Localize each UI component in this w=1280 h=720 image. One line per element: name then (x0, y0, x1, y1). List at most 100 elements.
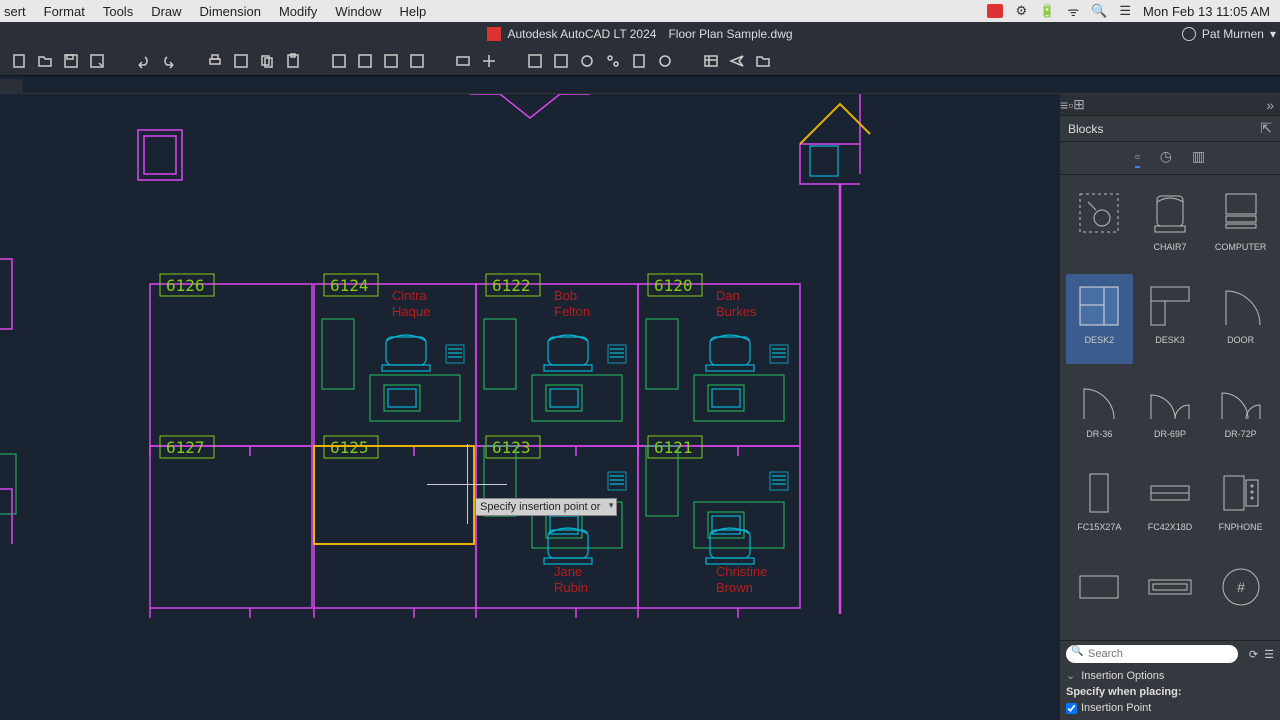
block-item-dr-36[interactable]: DR-36 (1066, 368, 1133, 457)
copy-icon[interactable] (256, 50, 278, 72)
tool-f-icon[interactable] (654, 50, 676, 72)
block-label: COMPUTER (1215, 243, 1267, 253)
block-thumb-icon (1213, 465, 1269, 521)
tool-c-icon[interactable] (576, 50, 598, 72)
svg-text:Bob: Bob (554, 288, 577, 303)
document-tab[interactable] (0, 79, 23, 94)
insertion-point-option[interactable]: Insertion Point (1066, 700, 1274, 716)
menubar-datetime[interactable]: Mon Feb 13 11:05 AM (1143, 4, 1270, 19)
blocks-tab-dwg-icon[interactable]: ▫ (1135, 148, 1140, 168)
search-list-icon[interactable]: ☰ (1264, 648, 1274, 661)
save-icon[interactable] (60, 50, 82, 72)
svg-text:6122: 6122 (492, 276, 531, 295)
menu-tools[interactable]: Tools (103, 4, 133, 19)
folder-icon[interactable] (752, 50, 774, 72)
panel-expand-icon[interactable]: » (1266, 97, 1280, 113)
block-item-keyb[interactable] (1137, 555, 1204, 635)
block-item-fnphone[interactable]: FNPHONE (1207, 461, 1274, 550)
blocks-panel-footer: ⟳ ☰ ⌄ Insertion Options Specify when pla… (1060, 640, 1280, 720)
pan-icon[interactable] (478, 50, 500, 72)
svg-text:6120: 6120 (654, 276, 693, 295)
plot-preview-icon[interactable] (230, 50, 252, 72)
tool-e-icon[interactable] (628, 50, 650, 72)
panel-tab-layers-icon[interactable]: ≡ (1060, 97, 1068, 113)
block-thumb-icon (1213, 372, 1269, 428)
blocks-subtabs: ▫ ◷ ▥ (1060, 142, 1280, 175)
panel-popout-icon[interactable]: ⇱ (1260, 120, 1272, 137)
block-item-desk2[interactable]: DESK2 (1066, 274, 1133, 363)
control-center-icon[interactable]: ☰ (1119, 3, 1131, 19)
menu-insert[interactable]: sert (4, 4, 26, 19)
search-icon[interactable]: 🔍 (1091, 3, 1107, 19)
tool-b-icon[interactable] (550, 50, 572, 72)
menu-window[interactable]: Window (335, 4, 381, 19)
layout1-icon[interactable] (328, 50, 350, 72)
table-icon[interactable] (700, 50, 722, 72)
main-toolbar (0, 46, 1280, 76)
rect-icon[interactable] (452, 50, 474, 72)
panel-tab-properties-icon[interactable]: ⊞ (1073, 96, 1085, 113)
battery-icon[interactable]: 🔋 (1039, 3, 1055, 19)
block-item-door[interactable]: DOOR (1207, 274, 1274, 363)
block-thumb-icon (1142, 465, 1198, 521)
block-item-rect[interactable] (1066, 555, 1133, 635)
block-thumb-icon: # (1213, 559, 1269, 615)
svg-text:6126: 6126 (166, 276, 205, 295)
user-dropdown-icon[interactable]: ▾ (1270, 27, 1276, 41)
menu-format[interactable]: Format (44, 4, 85, 19)
block-label: DR-36 (1086, 430, 1112, 440)
blocks-tab-recent-icon[interactable]: ◷ (1160, 148, 1172, 168)
macos-menubar: sert Format Tools Draw Dimension Modify … (0, 0, 1280, 22)
new-icon[interactable] (8, 50, 30, 72)
menu-modify[interactable]: Modify (279, 4, 317, 19)
redo-icon[interactable] (158, 50, 180, 72)
svg-text:Cintra: Cintra (392, 288, 427, 303)
svg-text:Rubin: Rubin (554, 580, 588, 595)
block-label: CHAIR7 (1153, 243, 1186, 253)
paste-icon[interactable] (282, 50, 304, 72)
search-sync-icon[interactable]: ⟳ (1249, 648, 1258, 661)
open-icon[interactable] (34, 50, 56, 72)
block-thumb-icon (1142, 559, 1198, 615)
block-thumb-icon (1071, 559, 1127, 615)
block-item-dr-72p[interactable]: DR-72P (1207, 368, 1274, 457)
block-item-dr-69p[interactable]: DR-69P (1137, 368, 1204, 457)
menu-help[interactable]: Help (400, 4, 427, 19)
user-avatar-icon[interactable] (1182, 27, 1196, 41)
block-search-input[interactable] (1066, 645, 1238, 663)
chevron-down-icon: ⌄ (1066, 669, 1075, 682)
menu-dimension[interactable]: Dimension (200, 4, 261, 19)
undo-icon[interactable] (132, 50, 154, 72)
block-item-numcirc[interactable]: # (1207, 555, 1274, 635)
tool-a-icon[interactable] (524, 50, 546, 72)
send-icon[interactable] (726, 50, 748, 72)
gear-icon[interactable]: ⚙ (1015, 3, 1027, 19)
block-item-fc15x27a[interactable]: FC15X27A (1066, 461, 1133, 550)
svg-text:6127: 6127 (166, 438, 205, 457)
menu-draw[interactable]: Draw (151, 4, 181, 19)
svg-text:Christine: Christine (716, 564, 767, 579)
block-thumb-icon (1142, 372, 1198, 428)
layout2-icon[interactable] (354, 50, 376, 72)
wifi-icon[interactable]: ᯤ (1067, 2, 1079, 20)
block-grid: CHAIR7 COMPUTER DESK2DESK3DOOR DR-36 DR-69PD… (1060, 175, 1280, 640)
layout3-icon[interactable] (380, 50, 402, 72)
insertion-point-checkbox[interactable] (1066, 703, 1077, 714)
user-name[interactable]: Pat Murnen (1202, 27, 1264, 41)
insertion-options-header[interactable]: ⌄ Insertion Options (1066, 667, 1274, 684)
block-item-fc42x18d[interactable]: FC42X18D (1137, 461, 1204, 550)
drawing-canvas[interactable]: 61266124CintraHaque6122BobFelton6120DanB… (0, 94, 1060, 720)
blocks-panel-title: Blocks (1068, 122, 1103, 136)
block-item-computer[interactable]: COMPUTER (1207, 181, 1274, 270)
print-icon[interactable] (204, 50, 226, 72)
block-item-chair7[interactable]: CHAIR7 (1137, 181, 1204, 270)
layout4-icon[interactable] (406, 50, 428, 72)
block-item-desk3[interactable]: DESK3 (1137, 274, 1204, 363)
blocks-tab-library-icon[interactable]: ▥ (1192, 148, 1205, 168)
block-thumb-icon (1071, 465, 1127, 521)
tool-d-icon[interactable] (602, 50, 624, 72)
status-red-icon[interactable] (987, 4, 1003, 18)
svg-text:Burkes: Burkes (716, 304, 757, 319)
block-item-insert[interactable] (1066, 181, 1133, 270)
saveas-icon[interactable] (86, 50, 108, 72)
